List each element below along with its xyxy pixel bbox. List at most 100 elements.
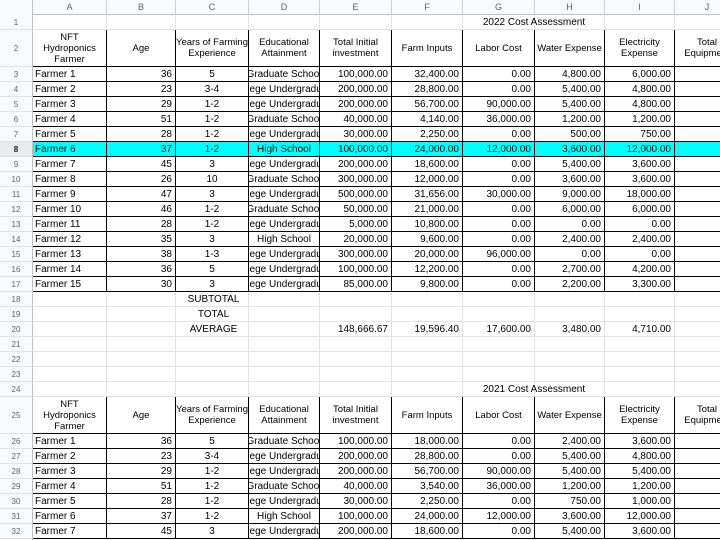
cell-b[interactable]: 28 [107, 217, 176, 232]
cell-d[interactable] [249, 15, 320, 30]
cell-b[interactable]: 36 [107, 262, 176, 277]
cell-i[interactable]: 6,000.00 [605, 67, 675, 82]
cell-b[interactable] [107, 382, 176, 397]
row-number[interactable]: 16 [0, 262, 33, 277]
cell-f[interactable]: 24,000.00 [392, 142, 463, 157]
cell-f[interactable]: 56,700.00 [392, 464, 463, 479]
cell-c[interactable]: 1-2 [176, 494, 249, 509]
cell-a[interactable] [33, 382, 107, 397]
cell-d[interactable]: Graduate School [249, 434, 320, 449]
row-number[interactable]: 9 [0, 157, 33, 172]
cell-e[interactable] [320, 292, 392, 307]
cell-j[interactable] [675, 15, 720, 30]
cell-e[interactable]: 100,000.00 [320, 142, 392, 157]
cell-f[interactable]: Farm Inputs [392, 397, 463, 434]
cell-a[interactable] [33, 292, 107, 307]
cell-g[interactable]: 96,000.00 [463, 247, 535, 262]
cell-e[interactable]: 50,000.00 [320, 202, 392, 217]
cell-i[interactable]: 750.00 [605, 127, 675, 142]
cell-b[interactable]: 26 [107, 172, 176, 187]
cell-d[interactable]: Educational Attainment [249, 397, 320, 434]
cell-i[interactable]: Electricity Expense [605, 397, 675, 434]
cell-f[interactable]: 3,540.00 [392, 479, 463, 494]
cell-a[interactable]: Farmer 4 [33, 479, 107, 494]
cell-i[interactable]: 4,800.00 [605, 82, 675, 97]
cell-b[interactable]: 28 [107, 127, 176, 142]
row-number[interactable]: 21 [0, 337, 33, 352]
cell-a[interactable]: NFT Hydroponics Farmer [33, 397, 107, 434]
cell-i[interactable]: 5,400.00 [605, 464, 675, 479]
cell-j[interactable]: 1,0 [675, 172, 720, 187]
cell-b[interactable]: 51 [107, 479, 176, 494]
cell-d[interactable]: College Undergraduate [249, 127, 320, 142]
cell-g[interactable]: 0.00 [463, 82, 535, 97]
cell-g[interactable]: 0.00 [463, 232, 535, 247]
cell-j[interactable]: 6 [675, 82, 720, 97]
cell-f[interactable]: 24,000.00 [392, 509, 463, 524]
cell-f[interactable]: 28,800.00 [392, 82, 463, 97]
cell-i[interactable]: 6,000.00 [605, 202, 675, 217]
cell-a[interactable]: Farmer 2 [33, 449, 107, 464]
cell-g[interactable]: 90,000.00 [463, 464, 535, 479]
row-number[interactable]: 27 [0, 449, 33, 464]
cell-f[interactable]: 12,000.00 [392, 172, 463, 187]
row-number[interactable]: 23 [0, 367, 33, 382]
cell-b[interactable]: 37 [107, 509, 176, 524]
cell-d[interactable]: College Undergraduate [249, 82, 320, 97]
row-number[interactable]: 19 [0, 307, 33, 322]
cell-j[interactable] [675, 367, 720, 382]
cell-i[interactable]: Electricity Expense [605, 30, 675, 67]
cell-i[interactable]: 12,000.00 [605, 142, 675, 157]
cell-c[interactable]: 3 [176, 232, 249, 247]
cell-i[interactable]: 3,600.00 [605, 524, 675, 539]
cell-e[interactable]: Total Initial investment [320, 30, 392, 67]
cell-d[interactable]: College Undergraduate [249, 97, 320, 112]
cell-g[interactable]: 12,000.00 [463, 509, 535, 524]
cell-i[interactable]: 18,000.00 [605, 187, 675, 202]
cell-e[interactable] [320, 15, 392, 30]
cell-d[interactable]: Educational Attainment [249, 30, 320, 67]
cell-c[interactable]: 1-2 [176, 142, 249, 157]
cell-c[interactable] [176, 382, 249, 397]
cell-i[interactable]: 1,200.00 [605, 112, 675, 127]
cell-d[interactable]: Graduate School [249, 202, 320, 217]
cell-e[interactable] [320, 367, 392, 382]
row-number[interactable]: 4 [0, 82, 33, 97]
cell-f[interactable] [392, 367, 463, 382]
cell-j[interactable]: Total Equipment [675, 30, 720, 67]
cell-g[interactable]: 0.00 [463, 449, 535, 464]
cell-d[interactable]: High School [249, 232, 320, 247]
row-number[interactable]: 22 [0, 352, 33, 367]
cell-i[interactable]: 3,600.00 [605, 172, 675, 187]
cell-c[interactable]: Years of Farming Experience [176, 30, 249, 67]
cell-d[interactable]: Graduate School [249, 112, 320, 127]
cell-e[interactable]: 30,000.00 [320, 494, 392, 509]
cell-f[interactable]: 18,000.00 [392, 434, 463, 449]
cell-i[interactable]: 1,200.00 [605, 479, 675, 494]
row-number[interactable]: 29 [0, 479, 33, 494]
cell-f[interactable] [392, 307, 463, 322]
cell-i[interactable] [605, 307, 675, 322]
cell-g[interactable]: 36,000.00 [463, 479, 535, 494]
cell-f[interactable]: 10,800.00 [392, 217, 463, 232]
cell-j[interactable] [675, 337, 720, 352]
cell-j[interactable]: 2,0 [675, 277, 720, 292]
row-number[interactable]: 24 [0, 382, 33, 397]
cell-g[interactable]: 12,000.00 [463, 142, 535, 157]
cell-e[interactable]: 200,000.00 [320, 82, 392, 97]
cell-i[interactable] [605, 352, 675, 367]
cell-a[interactable]: Farmer 10 [33, 202, 107, 217]
cell-e[interactable]: 500,000.00 [320, 187, 392, 202]
cell-g[interactable]: 0.00 [463, 217, 535, 232]
cell-g[interactable] [463, 337, 535, 352]
cell-b[interactable]: 47 [107, 187, 176, 202]
row-number[interactable]: 15 [0, 247, 33, 262]
cell-b[interactable]: Age [107, 30, 176, 67]
cell-j[interactable]: 2,6 [675, 187, 720, 202]
cell-c[interactable]: 5 [176, 67, 249, 82]
row-number[interactable]: 3 [0, 67, 33, 82]
cell-e[interactable]: 40,000.00 [320, 112, 392, 127]
row-number[interactable]: 18 [0, 292, 33, 307]
cell-a[interactable]: Farmer 2 [33, 82, 107, 97]
cell-b[interactable] [107, 367, 176, 382]
